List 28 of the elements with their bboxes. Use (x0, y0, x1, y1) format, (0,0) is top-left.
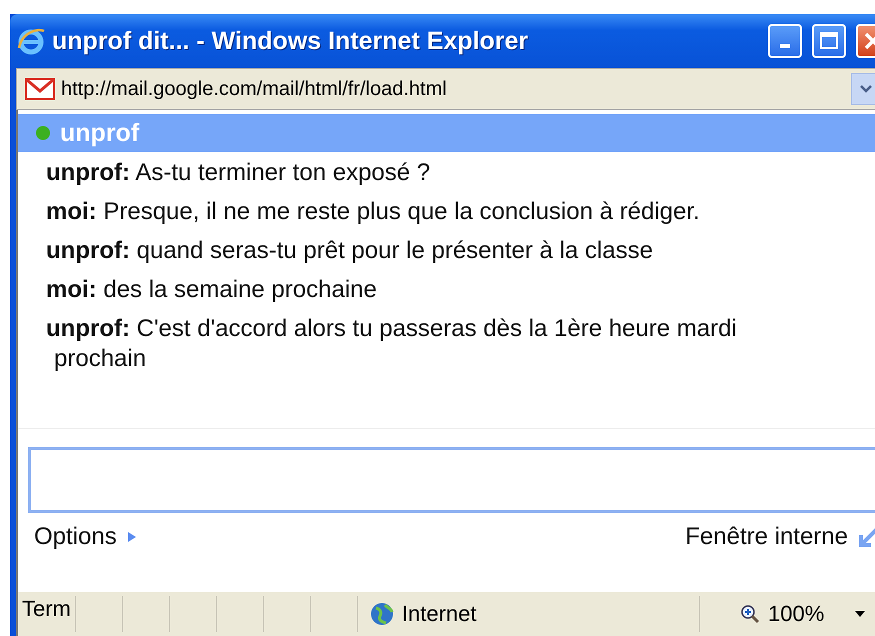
popout-link[interactable]: Fenêtre interne (685, 523, 875, 551)
minimize-button[interactable] (768, 24, 802, 58)
status-text: Term (18, 596, 76, 632)
address-url: http://mail.google.com/mail/html/fr/load.html (61, 78, 448, 100)
mail-envelope-icon (25, 78, 55, 100)
maximize-icon (819, 31, 839, 51)
chevron-down-icon (859, 84, 873, 94)
maximize-button[interactable] (812, 24, 846, 58)
zoom-magnifier-icon (740, 604, 760, 624)
browser-logo-icon (16, 26, 46, 56)
arrow-down-left-icon (858, 526, 875, 548)
triangle-right-icon (126, 531, 137, 543)
contact-name: unprof (60, 118, 140, 148)
minimize-icon (780, 44, 790, 48)
caret-icon (854, 610, 866, 618)
address-bar[interactable]: http://mail.google.com/mail/html/fr/load.html (16, 68, 875, 110)
globe-icon (370, 602, 394, 626)
chat-message: moi: Presque, il ne me reste plus que la conclusion à rédiger. (46, 197, 701, 227)
security-zone: Internet (402, 601, 476, 627)
chat-message: unprof: C'est d'accord alors tu passeras dès la 1ère heure mardi prochain (46, 314, 738, 374)
window-title: unprof dit... - Windows Internet Explorer (52, 26, 530, 56)
options-link[interactable]: Options (34, 523, 137, 551)
chat-message: unprof: quand seras-tu prêt pour le présenter à la classe (46, 236, 654, 266)
address-dropdown-button[interactable] (851, 73, 875, 105)
zoom-button[interactable]: 100% (699, 596, 875, 632)
message-input-field[interactable] (28, 447, 875, 513)
chat-message: moi: des la semaine prochaine (46, 275, 378, 305)
chat-message: unprof: As-tu terminer ton exposé ? (46, 158, 432, 188)
